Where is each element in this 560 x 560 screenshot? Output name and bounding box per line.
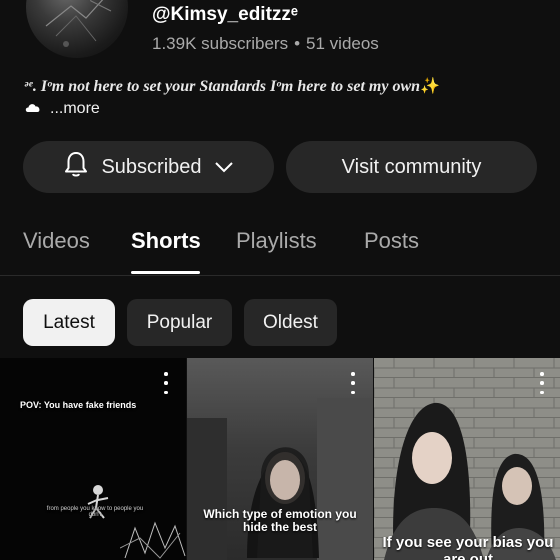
channel-handle: @Kimsy_editzzᵉ bbox=[152, 4, 299, 25]
video-count: 51 videos bbox=[306, 34, 379, 53]
subscriber-count: 1.39K subscribers bbox=[152, 34, 289, 53]
tab-videos[interactable]: Videos bbox=[23, 228, 90, 254]
short-subtitle-overlay: from people you know to people you don't bbox=[46, 506, 144, 518]
bio-text: Iᵒm not here to set your Standards Iᵒm h… bbox=[40, 78, 421, 95]
sparkles-emoji: ✨ bbox=[420, 78, 440, 95]
short-thumbnail[interactable]: POV: You have fake friends from people y… bbox=[0, 358, 186, 560]
tab-playlists[interactable]: Playlists bbox=[236, 228, 317, 254]
short-title-overlay: Which type of emotion you hide the best bbox=[203, 507, 357, 534]
visit-community-label: Visit community bbox=[341, 155, 482, 178]
channel-description: ᵊᵉ. Iᵒm not here to set your Standards I… bbox=[24, 76, 544, 98]
chip-oldest[interactable]: Oldest bbox=[244, 299, 337, 346]
chip-popular[interactable]: Popular bbox=[127, 299, 232, 346]
channel-avatar[interactable] bbox=[26, 0, 128, 58]
more-vert-icon[interactable] bbox=[532, 372, 552, 394]
more-link[interactable]: ...more bbox=[50, 100, 100, 117]
more-vert-icon[interactable] bbox=[156, 372, 176, 394]
stats-separator: • bbox=[294, 34, 301, 53]
chevron-down-icon bbox=[214, 156, 234, 179]
short-thumbnail[interactable]: Which type of emotion you hide the best bbox=[187, 358, 373, 560]
subscribed-label: Subscribed bbox=[101, 155, 202, 178]
description-more-row[interactable]: ...more bbox=[24, 100, 100, 118]
active-tab-indicator bbox=[131, 271, 200, 274]
chip-latest[interactable]: Latest bbox=[23, 299, 115, 346]
visit-community-button[interactable]: Visit community bbox=[286, 141, 537, 193]
tab-shorts[interactable]: Shorts bbox=[131, 228, 201, 254]
short-title-overlay: POV: You have fake friends bbox=[20, 400, 137, 410]
bell-icon bbox=[63, 150, 89, 184]
tabs-divider bbox=[0, 275, 560, 276]
tab-posts[interactable]: Posts bbox=[364, 228, 419, 254]
cloud-icon bbox=[24, 100, 42, 118]
short-title-overlay: If you see your bias you are out bbox=[382, 534, 554, 560]
channel-stats: 1.39K subscribers • 51 videos bbox=[152, 34, 379, 54]
scribble-decoration bbox=[120, 521, 186, 559]
short-thumbnail[interactable]: If you see your bias you are out bbox=[374, 358, 560, 560]
subscribed-button[interactable]: Subscribed bbox=[23, 141, 274, 193]
bio-prefix: ᵊᵉ. bbox=[24, 78, 37, 95]
